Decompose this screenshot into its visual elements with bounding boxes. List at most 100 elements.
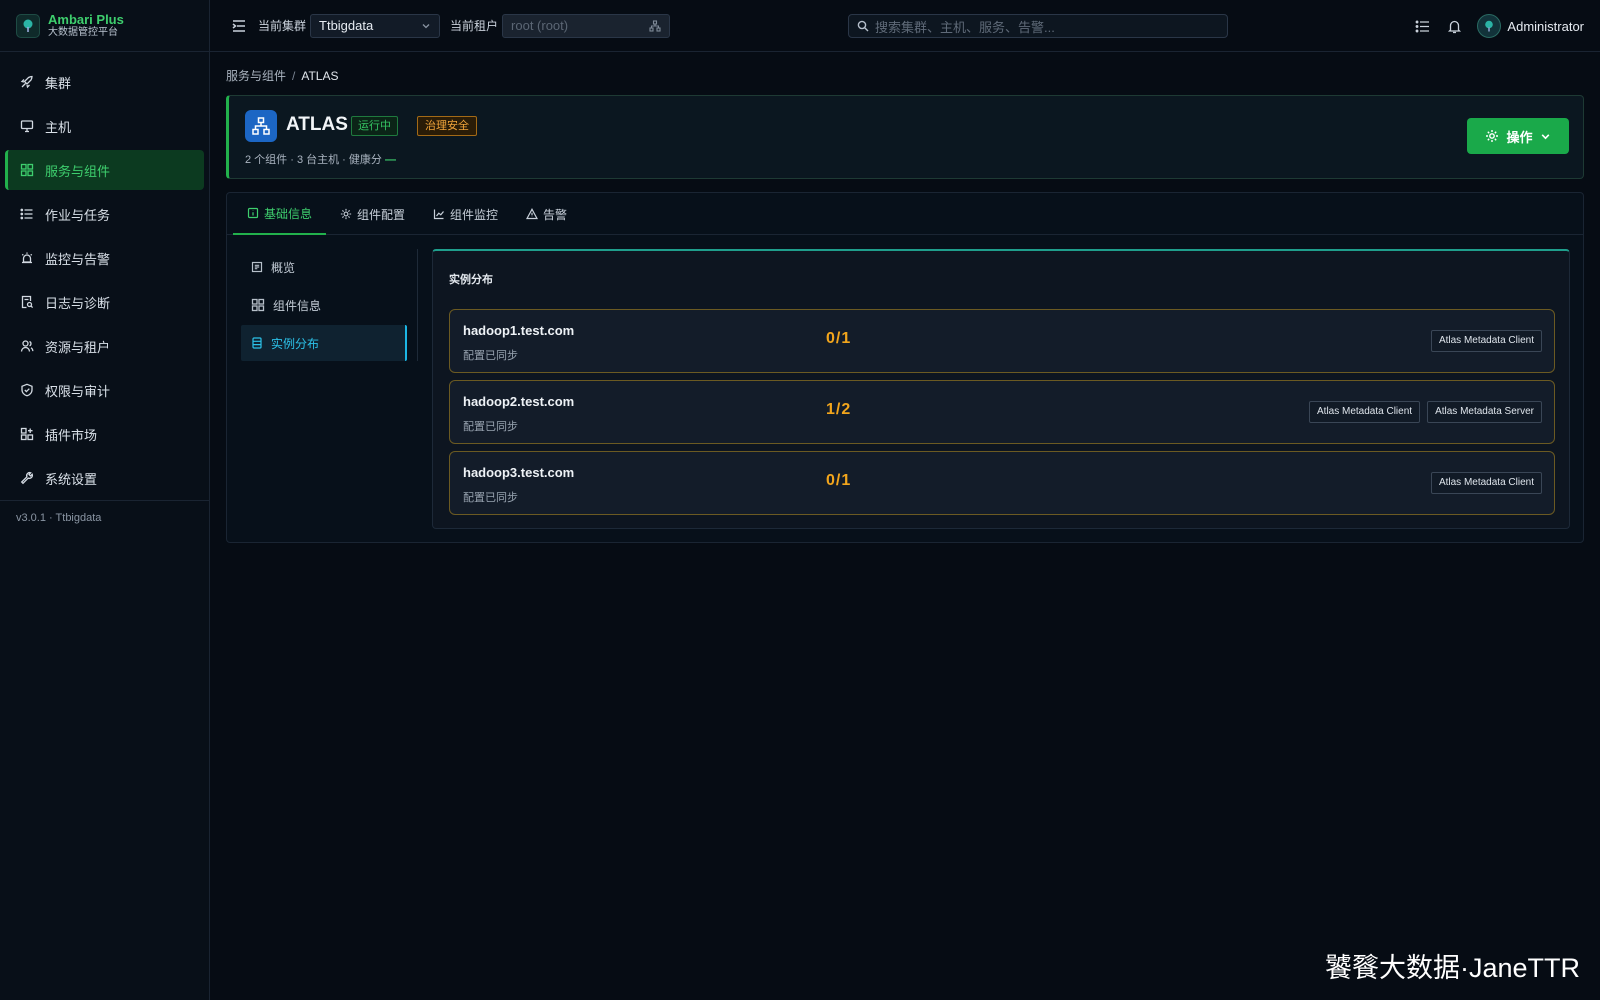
service-meta: 2 个组件 · 3 台主机 · 健康分 — (245, 151, 396, 167)
host-sync-status: 配置已同步 (463, 421, 518, 433)
category-badge: 治理安全 (417, 116, 477, 136)
host-name: hadoop3.test.com (463, 465, 575, 480)
list-icon (19, 206, 35, 222)
shield-icon (19, 382, 35, 398)
sidebar-item-label: 资源与租户 (45, 339, 111, 355)
sidebar-nav: 集群主机服务与组件作业与任务监控与告警日志与诊断资源与租户权限与审计插件市场系统… (0, 52, 209, 498)
hierarchy-icon (245, 110, 277, 142)
tree-logo-icon (16, 13, 40, 38)
monitor-icon (19, 118, 35, 134)
avatar[interactable] (1477, 14, 1502, 38)
tenant-tree-icon (649, 19, 661, 32)
version-label: v3.0.1 · Ttbigdata (16, 512, 102, 524)
sidebar-item-7[interactable]: 权限与审计 (5, 370, 204, 410)
sidebar-item-label: 服务与组件 (45, 163, 111, 179)
bell-icon[interactable] (1445, 17, 1463, 35)
sidebar: Ambari Plus 大数据管控平台 集群主机服务与组件作业与任务监控与告警日… (0, 0, 210, 1000)
tab-2[interactable]: 组件监控 (419, 193, 512, 235)
cluster-select[interactable]: Ttbigdata (310, 13, 441, 38)
host-row[interactable]: hadoop1.test.com 配置已同步 0/1 Atlas Metadata C… (449, 309, 1555, 373)
service-meta-text: 2 个组件 · 3 台主机 · 健康分 (245, 154, 382, 166)
tab-1[interactable]: 组件配置 (326, 193, 419, 235)
sidebar-item-4[interactable]: 监控与告警 (5, 238, 204, 278)
tenant-field[interactable]: root (root) (502, 13, 671, 38)
host-sync-status: 配置已同步 (463, 350, 518, 362)
host-name: hadoop1.test.com (463, 323, 575, 338)
rocket-icon (19, 74, 35, 90)
brand[interactable]: Ambari Plus 大数据管控平台 (0, 0, 209, 52)
subnav-item-label: 组件信息 (273, 298, 322, 313)
chevron-down-icon (421, 21, 431, 31)
tab-label: 组件配置 (357, 207, 406, 222)
subnav-item-2[interactable]: 实例分布 (241, 325, 407, 361)
cluster-value: Ttbigdata (319, 18, 374, 33)
subnav-divider (417, 249, 418, 361)
line-chart-icon (433, 208, 445, 220)
breadcrumb-parent[interactable]: 服务与组件 (226, 69, 286, 83)
sidebar-item-label: 集群 (45, 75, 72, 91)
warning-icon (526, 208, 539, 220)
sidebar-item-label: 监控与告警 (45, 251, 111, 267)
component-tag[interactable]: Atlas Metadata Client (1430, 330, 1542, 352)
subnav-item-label: 实例分布 (271, 336, 320, 351)
actions-button[interactable]: 操作 (1467, 118, 1569, 154)
sidebar-item-1[interactable]: 主机 (5, 106, 204, 146)
sidebar-item-9[interactable]: 系统设置 (5, 458, 204, 498)
subnav-item-label: 概览 (271, 260, 296, 275)
username[interactable]: Administrator (1507, 19, 1584, 34)
server-icon (251, 337, 263, 349)
host-row[interactable]: hadoop3.test.com 配置已同步 0/1 Atlas Metadata C… (449, 451, 1555, 515)
sidebar-item-8[interactable]: 插件市场 (5, 414, 204, 454)
menu-fold-icon[interactable] (230, 17, 248, 35)
tab-label: 告警 (543, 207, 568, 222)
sidebar-item-6[interactable]: 资源与租户 (5, 326, 204, 366)
sidebar-item-label: 权限与审计 (45, 383, 111, 399)
chevron-down-icon (1540, 131, 1551, 142)
sub-navigation: 概览组件信息实例分布 (241, 249, 407, 363)
subnav-item-0[interactable]: 概览 (241, 249, 407, 285)
info-icon (247, 207, 259, 219)
sidebar-item-label: 日志与诊断 (45, 295, 111, 311)
sidebar-item-0[interactable]: 集群 (5, 62, 204, 102)
sidebar-item-3[interactable]: 作业与任务 (5, 194, 204, 234)
component-tags: Atlas Metadata Client (1430, 472, 1542, 494)
instance-count: 0/1 (826, 330, 852, 347)
sidebar-divider (0, 500, 209, 501)
file-search-icon (19, 294, 35, 310)
grid-icon (251, 298, 265, 312)
watermark: 饕餮大数据·JaneTTR (1324, 953, 1580, 983)
gear-icon (340, 208, 352, 220)
global-search-input[interactable]: 搜索集群、主机、服务、告警... (848, 14, 1228, 38)
breadcrumb-separator: / (292, 69, 296, 83)
health-score: — (384, 154, 396, 166)
host-row[interactable]: hadoop2.test.com 配置已同步 1/2 Atlas Metadata C… (449, 380, 1555, 444)
sidebar-item-5[interactable]: 日志与诊断 (5, 282, 204, 322)
tab-3[interactable]: 告警 (512, 193, 581, 235)
tenant-placeholder: root (root) (511, 18, 569, 33)
search-icon (857, 20, 869, 32)
component-tag[interactable]: Atlas Metadata Client (1309, 401, 1421, 423)
component-tag[interactable]: Atlas Metadata Server (1427, 401, 1542, 423)
detail-panel: 基础信息 组件配置 组件监控 告警 概览 组件信息 实例分布 实例分布 hadoop1.t… (226, 192, 1584, 543)
subnav-item-1[interactable]: 组件信息 (241, 287, 407, 323)
cluster-label: 当前集群 (258, 19, 307, 33)
plugin-icon (19, 426, 35, 442)
service-header-card: ATLAS 运行中 治理安全 2 个组件 · 3 台主机 · 健康分 — 操作 (226, 95, 1584, 179)
doc-icon (251, 261, 263, 273)
tab-bar: 基础信息 组件配置 组件监控 告警 (227, 193, 1583, 235)
tab-0[interactable]: 基础信息 (233, 193, 327, 235)
component-tag[interactable]: Atlas Metadata Client (1430, 472, 1542, 494)
service-name: ATLAS (286, 114, 348, 135)
sidebar-item-2[interactable]: 服务与组件 (5, 150, 204, 190)
gear-icon (1485, 129, 1499, 143)
sidebar-item-label: 系统设置 (45, 471, 98, 487)
actions-label: 操作 (1506, 129, 1533, 145)
wrench-icon (19, 470, 35, 486)
sidebar-item-label: 作业与任务 (45, 207, 111, 223)
task-list-icon[interactable] (1413, 17, 1431, 35)
tenant-label: 当前租户 (450, 19, 499, 33)
component-tags: Atlas Metadata Client (1430, 330, 1542, 352)
breadcrumb: 服务与组件 / ATLAS (226, 67, 338, 84)
distribution-title: 实例分布 (449, 274, 493, 286)
brand-subtitle: 大数据管控平台 (48, 26, 118, 38)
